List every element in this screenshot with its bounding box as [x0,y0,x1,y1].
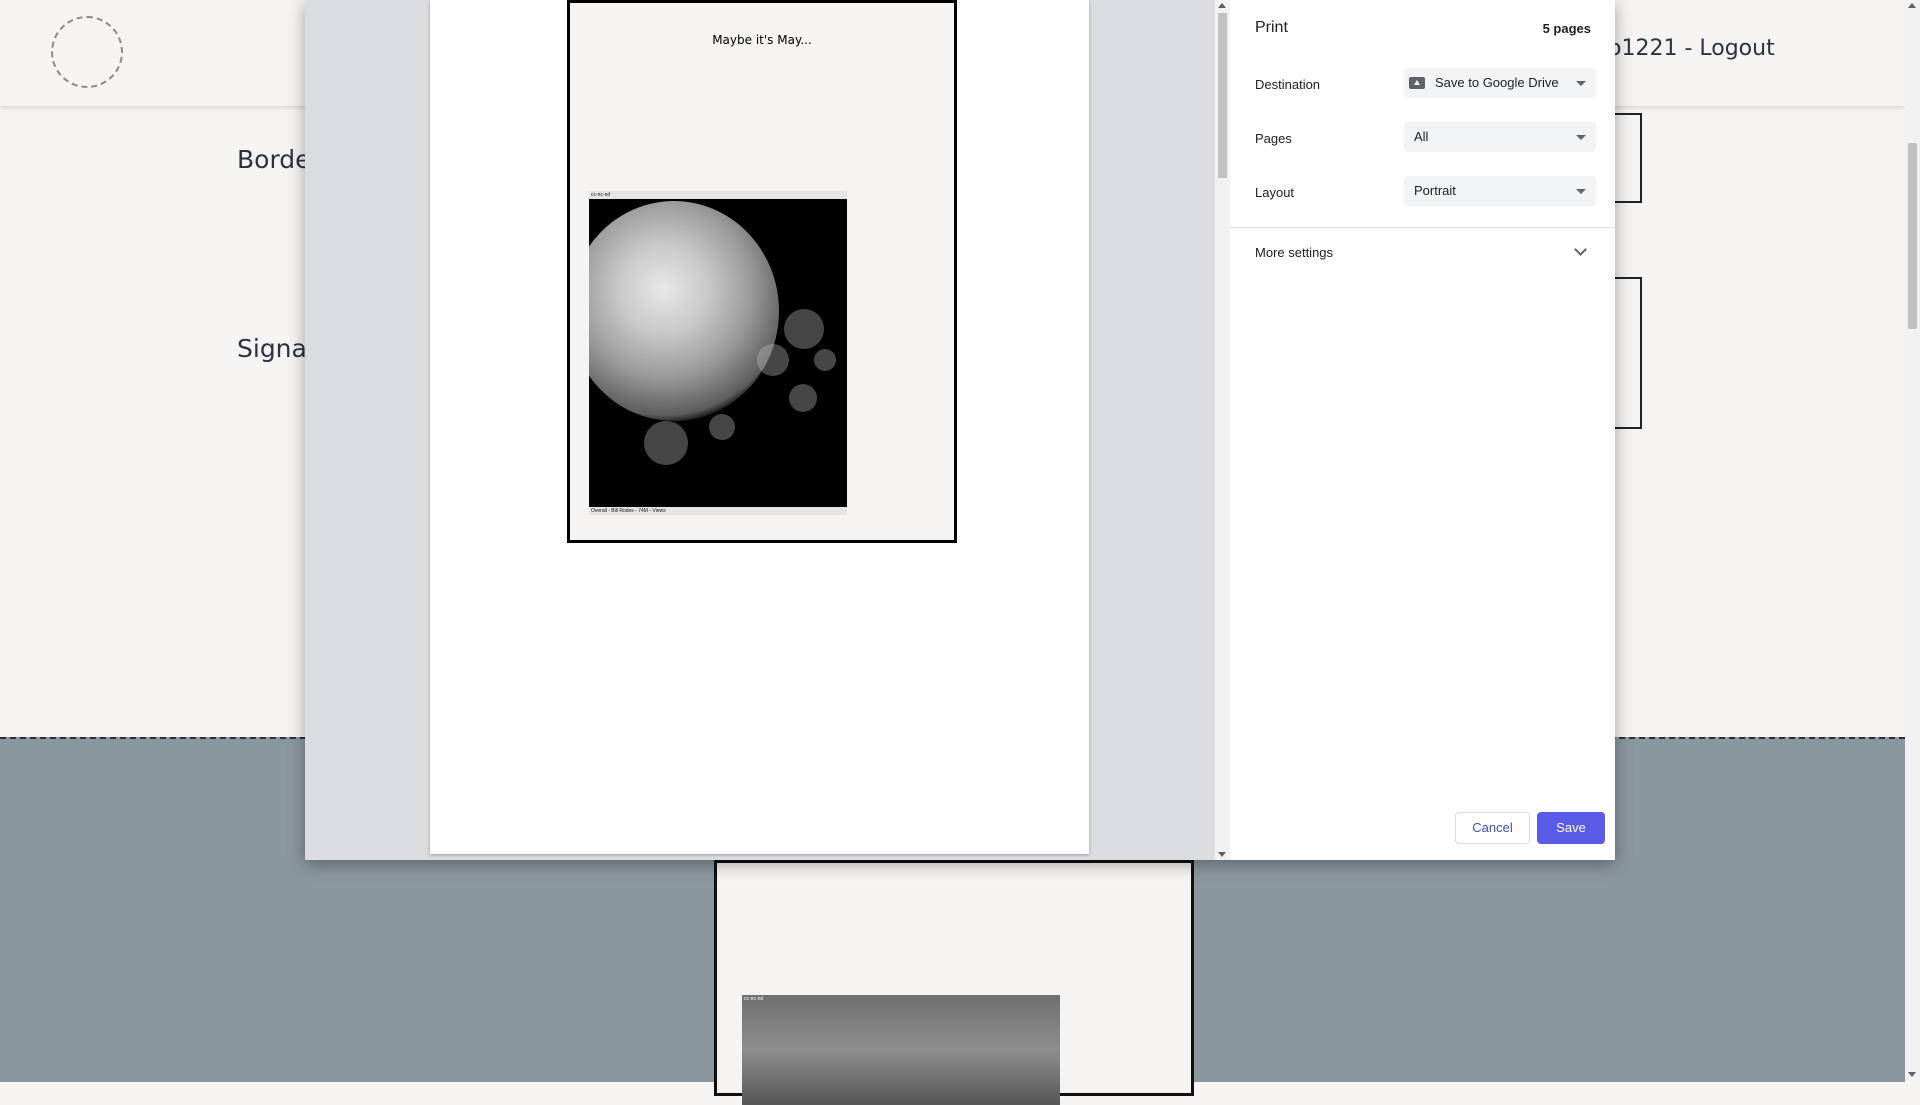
scroll-down-icon[interactable] [1908,1072,1916,1077]
preview-scroll-thumb[interactable] [1218,13,1227,178]
bokeh-circle [789,384,817,412]
photo-license-tag: cc-nc-nd [589,191,847,199]
save-button[interactable]: Save [1537,812,1605,844]
dropdown-caret-icon [1576,135,1586,140]
destination-label: Destination [1255,77,1321,92]
layout-value: Portrait [1414,183,1456,198]
scroll-up-icon[interactable] [1218,3,1226,8]
more-settings-toggle[interactable]: More settings [1230,228,1615,276]
bokeh-circle [709,414,735,440]
user-logout-link[interactable]: o1221 - Logout [1608,36,1775,61]
preview-card-title: Maybe it's May... [712,33,812,47]
preview-scrollbar[interactable] [1215,0,1230,860]
page-scroll-thumb[interactable] [1908,143,1917,329]
peony-shape [589,201,779,421]
background-card: cc-nc-nd [714,860,1194,1105]
bokeh-circle [757,344,789,376]
photo-caption: Overall - Bill Rodes - 74M - Views [589,507,847,515]
dropdown-caret-icon [1576,189,1586,194]
card-photo: cc-nc-nd [742,995,1060,1105]
scroll-up-icon[interactable] [1908,3,1916,8]
border-label: Borde [237,145,311,174]
print-preview-pane: Maybe it's May... cc-nc-nd Overall - Bil… [305,0,1215,860]
bokeh-circle [784,309,824,349]
logo-icon[interactable] [51,16,123,88]
print-settings-panel: Print 5 pages Destination Save to Google… [1230,0,1615,860]
bokeh-circle [814,349,836,371]
preview-card: Maybe it's May... cc-nc-nd Overall - Bil… [567,0,957,543]
cancel-button[interactable]: Cancel [1455,812,1530,844]
destination-value: Save to Google Drive [1435,75,1559,90]
pages-value: All [1414,129,1429,144]
chevron-down-icon [1574,243,1587,256]
more-settings-label: More settings [1255,245,1334,260]
photo-tag: cc-nc-nd [744,996,764,1002]
page-count: 5 pages [1542,21,1591,36]
layout-label: Layout [1255,185,1295,200]
bokeh-circle [644,421,688,465]
preview-page: Maybe it's May... cc-nc-nd Overall - Bil… [430,0,1089,854]
pages-label: Pages [1255,131,1292,146]
drive-folder-icon [1409,77,1425,89]
flower-image [589,199,847,507]
print-title: Print [1255,19,1288,36]
destination-select[interactable]: Save to Google Drive [1404,68,1596,98]
pages-select[interactable]: All [1404,122,1596,152]
dropdown-caret-icon [1576,81,1586,86]
layout-select[interactable]: Portrait [1404,176,1596,206]
scroll-down-icon[interactable] [1218,852,1226,857]
preview-photo: cc-nc-nd Overall - Bill Rodes - 74M - Vi… [589,191,847,515]
page-scrollbar[interactable] [1905,0,1920,1080]
print-dialog: Maybe it's May... cc-nc-nd Overall - Bil… [305,0,1615,860]
